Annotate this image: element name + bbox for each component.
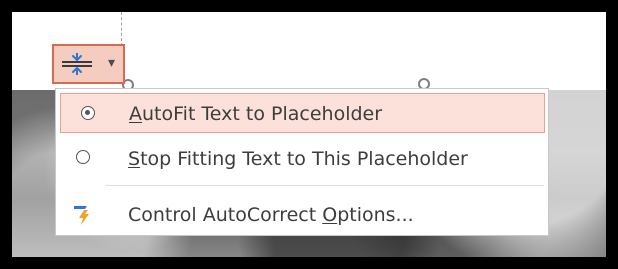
radio-selected-icon [81,106,95,120]
radio-dot [85,110,90,115]
access-key: S [128,148,141,170]
menu-item-label: AutoFit Text to Placeholder [129,103,382,125]
autofit-options-icon [62,53,92,75]
autocorrect-lightning-icon [74,206,89,225]
label-suffix: ptions... [337,204,414,226]
menu-item-label: Stop Fitting Text to This Placeholder [128,148,468,170]
autofit-options-button[interactable]: ▾ [52,44,125,84]
menu-item-control-autocorrect-options[interactable]: Control AutoCorrect Options... [56,194,548,234]
access-key: A [129,103,142,125]
slide-canvas: ▾ AutoFit Text to Placeholder Stop Fitti… [12,12,606,257]
label-suffix: utoFit Text to Placeholder [142,103,383,125]
radio-unselected-icon [76,150,90,164]
autofit-options-menu: AutoFit Text to Placeholder Stop Fitting… [55,88,549,236]
label-prefix: Control AutoCorrect [128,204,323,226]
menu-item-autofit-text-to-placeholder[interactable]: AutoFit Text to Placeholder [60,93,545,133]
menu-divider [106,185,544,186]
access-key: O [322,204,338,226]
menu-item-label: Control AutoCorrect Options... [128,204,414,226]
label-suffix: top Fitting Text to This Placeholder [140,148,468,170]
dropdown-arrow-icon[interactable]: ▾ [108,56,115,70]
menu-item-stop-fitting-text[interactable]: Stop Fitting Text to This Placeholder [56,138,548,178]
screenshot-frame: ▾ AutoFit Text to Placeholder Stop Fitti… [0,0,618,269]
